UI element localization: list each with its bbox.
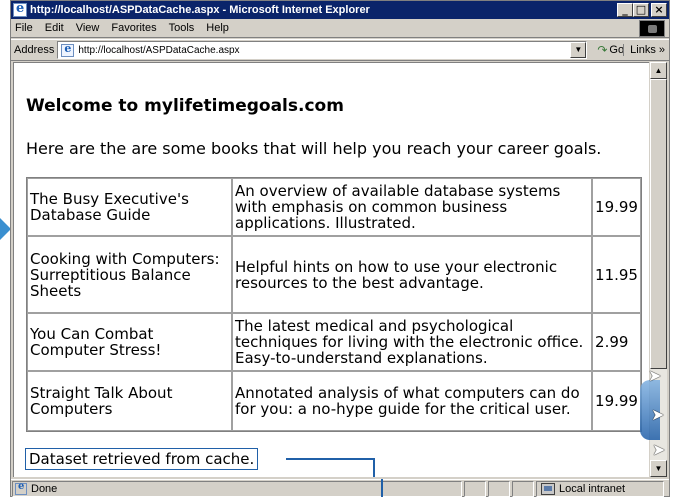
go-button[interactable]: ↷ Go <box>597 43 624 57</box>
ie-logo-icon <box>13 1 27 17</box>
zone-text: Local intranet <box>559 482 626 495</box>
close-button[interactable]: × <box>651 3 667 17</box>
maximize-button[interactable]: □ <box>633 3 649 17</box>
book-price: 11.95 <box>592 236 641 313</box>
cursor-icon: ➤ <box>648 368 662 385</box>
status-panel <box>512 480 534 497</box>
window-title: http://localhost/ASPDataCache.aspx - Mic… <box>30 4 370 16</box>
scroll-down-icon[interactable]: ▼ <box>650 460 667 477</box>
callout-line <box>373 458 375 477</box>
table-row: Cooking with Computers: Surreptitious Ba… <box>27 236 641 313</box>
callout-line <box>381 479 383 497</box>
address-input[interactable]: http://localhost/ASPDataCache.aspx ▼ <box>57 41 588 59</box>
book-description: Annotated analysis of what computers can… <box>232 371 593 431</box>
scroll-up-icon[interactable]: ▲ <box>650 62 667 79</box>
minimize-button[interactable]: _ <box>617 3 633 17</box>
book-price: 2.99 <box>592 313 641 371</box>
menu-view[interactable]: View <box>70 22 106 34</box>
page-icon <box>61 42 75 57</box>
callout-line <box>286 458 375 460</box>
page-title: Welcome to mylifetimegoals.com <box>26 96 344 116</box>
go-arrow-icon: ↷ <box>597 43 608 57</box>
windows-logo-icon <box>639 20 665 37</box>
address-bar: Address http://localhost/ASPDataCache.as… <box>11 39 669 61</box>
status-bar: Done Local intranet <box>11 479 669 497</box>
menu-edit[interactable]: Edit <box>39 22 70 34</box>
status-panel <box>488 480 510 497</box>
table-row: The Busy Executive's Database Guide An o… <box>27 178 641 236</box>
intro-text: Here are the are some books that will he… <box>26 139 602 158</box>
book-price: 19.99 <box>592 178 641 236</box>
book-title: You Can Combat Computer Stress! <box>27 313 233 371</box>
status-panel <box>464 480 486 497</box>
zone-panel: Local intranet <box>536 480 664 497</box>
table-row: Straight Talk About Computers Annotated … <box>27 371 641 431</box>
address-label: Address <box>14 44 55 56</box>
links-button[interactable]: Links » <box>623 44 665 56</box>
menu-bar: File Edit View Favorites Tools Help <box>11 19 669 38</box>
cursor-icon: ➤ <box>651 407 665 424</box>
menu-tools[interactable]: Tools <box>163 22 201 34</box>
cursor-icon: ➤ <box>652 442 666 459</box>
page-content: Welcome to mylifetimegoals.com Here are … <box>13 62 649 477</box>
page-done-icon <box>15 481 27 495</box>
book-description: Helpful hints on how to use your electro… <box>232 236 593 313</box>
browser-window: http://localhost/ASPDataCache.aspx - Mic… <box>10 0 670 497</box>
menu-favorites[interactable]: Favorites <box>105 22 162 34</box>
title-bar[interactable]: http://localhost/ASPDataCache.aspx - Mic… <box>11 1 669 19</box>
status-text: Done <box>31 482 58 495</box>
scroll-thumb[interactable] <box>650 79 667 369</box>
window-controls: _ □ × <box>617 3 667 17</box>
intranet-icon <box>541 482 555 495</box>
table-row: You Can Combat Computer Stress! The late… <box>27 313 641 371</box>
book-description: An overview of available database system… <box>232 178 593 236</box>
status-text-panel: Done <box>12 480 462 497</box>
book-title: The Busy Executive's Database Guide <box>27 178 233 236</box>
go-label: Go <box>609 44 625 56</box>
menu-file[interactable]: File <box>11 22 39 34</box>
book-price: 19.99 <box>592 371 641 431</box>
book-title: Cooking with Computers: Surreptitious Ba… <box>27 236 233 313</box>
book-title: Straight Talk About Computers <box>27 371 233 431</box>
chevron-down-icon[interactable]: ▼ <box>570 42 587 58</box>
address-url: http://localhost/ASPDataCache.aspx <box>78 44 240 56</box>
cache-status-label: Dataset retrieved from cache. <box>25 448 259 470</box>
book-description: The latest medical and psychological tec… <box>232 313 593 371</box>
books-table: The Busy Executive's Database Guide An o… <box>26 177 642 432</box>
menu-help[interactable]: Help <box>200 22 235 34</box>
